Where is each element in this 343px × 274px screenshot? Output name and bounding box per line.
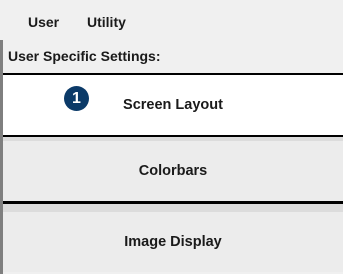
- screen-layout-button[interactable]: Screen Layout: [3, 73, 343, 137]
- menu-utility[interactable]: Utility: [87, 14, 126, 30]
- screen-layout-label: Screen Layout: [123, 97, 223, 113]
- image-display-label: Image Display: [124, 234, 222, 250]
- menu-user[interactable]: User: [28, 14, 59, 30]
- section-title: User Specific Settings:: [8, 48, 161, 64]
- image-display-button[interactable]: Image Display: [3, 212, 343, 272]
- divider: [3, 204, 343, 212]
- colorbars-label: Colorbars: [138, 163, 208, 179]
- colorbars-button[interactable]: Colorbars: [3, 141, 343, 201]
- settings-panel: User Utility User Specific Settings: Scr…: [0, 0, 343, 274]
- menu-bar: User Utility: [0, 0, 343, 40]
- step-number-badge: 1: [64, 86, 89, 111]
